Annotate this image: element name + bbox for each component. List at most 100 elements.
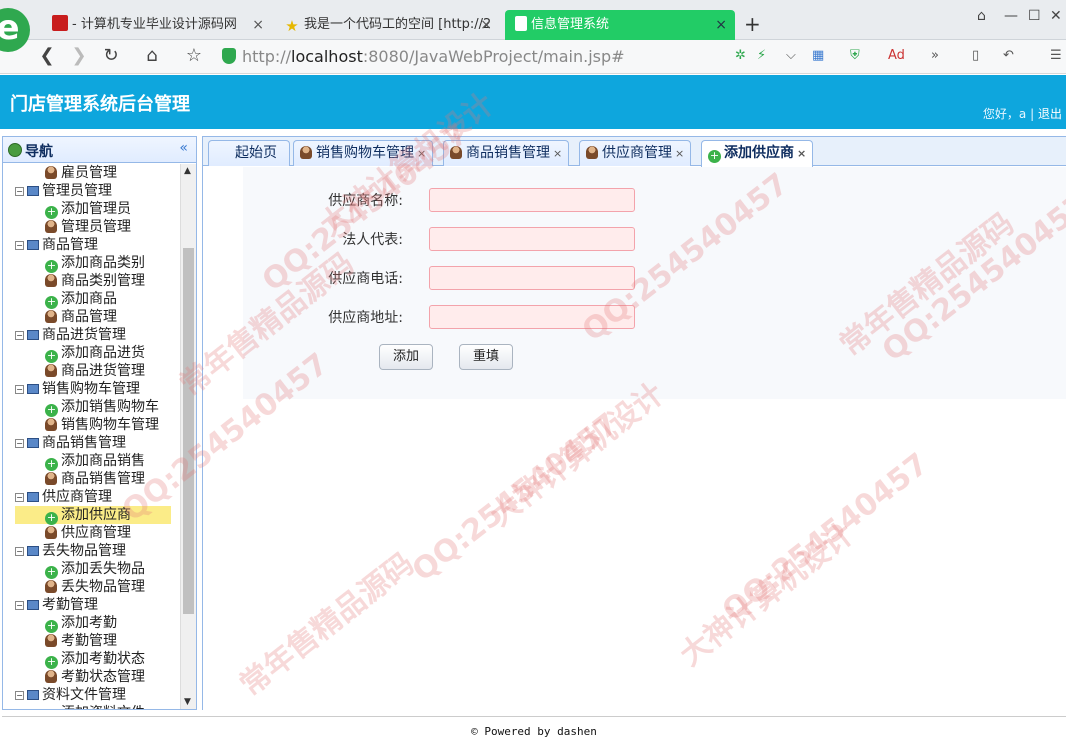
tree-group[interactable]: − 管理员管理 <box>3 182 181 200</box>
navigation-panel: 导航 « 雇员管理 − 管理员管理 + 添加管理员 管理员管理 − 商品管理 + 添加商品类别 商品… <box>2 136 197 710</box>
tree-item[interactable]: + 添加考勤状态 <box>3 650 181 669</box>
tree-item[interactable]: 商品销售管理 <box>3 470 181 488</box>
tree-item[interactable]: + 添加商品 <box>3 290 181 309</box>
close-tab-icon[interactable]: × <box>797 147 806 160</box>
close-tab-icon[interactable]: × <box>675 147 684 160</box>
user-icon <box>45 220 57 233</box>
tree-item[interactable]: + 添加商品销售 <box>3 452 181 471</box>
more-extensions-icon[interactable]: » <box>931 48 939 63</box>
tree-item[interactable]: 商品进货管理 <box>3 362 181 380</box>
collapse-toggle-icon[interactable]: − <box>15 691 24 700</box>
tree-item[interactable]: 管理员管理 <box>3 218 181 236</box>
reading-mode-icon[interactable]: ▯ <box>972 48 979 63</box>
add-button[interactable]: 添加 <box>379 344 433 370</box>
minimize-button[interactable]: — <box>1004 8 1018 24</box>
bookmark-star-icon[interactable]: ☆ <box>183 45 205 67</box>
adblock-icon[interactable]: Ad <box>888 48 905 63</box>
collapse-toggle-icon[interactable]: − <box>15 439 24 448</box>
scroll-up-arrow-icon[interactable]: ▲ <box>184 166 191 176</box>
tree-item[interactable]: 雇员管理 <box>3 164 181 182</box>
close-tab-icon[interactable]: × <box>715 10 727 40</box>
security-icon[interactable]: ⛨ <box>850 48 860 63</box>
page-tab[interactable]: 销售购物车管理 × <box>293 140 434 166</box>
tree-item[interactable]: 考勤管理 <box>3 632 181 650</box>
menu-icon[interactable]: ☰ <box>1050 48 1062 63</box>
tree-group[interactable]: − 资料文件管理 <box>3 686 181 704</box>
url-host: localhost <box>291 47 363 66</box>
tree-item[interactable]: 考勤状态管理 <box>3 668 181 686</box>
tree-item[interactable]: 供应商管理 <box>3 524 181 542</box>
tree-item-label: 添加供应商 <box>61 507 135 523</box>
sidebar-scrollbar[interactable]: ▲ ▼ <box>180 164 196 709</box>
tree-item-label: 添加商品类别 <box>61 255 145 271</box>
close-tab-icon[interactable]: × <box>553 147 562 160</box>
tree-item[interactable]: + 添加丢失物品 <box>3 560 181 579</box>
collapse-toggle-icon[interactable]: − <box>15 331 24 340</box>
reload-icon[interactable]: ↻ <box>100 45 122 67</box>
address-bar[interactable]: http://localhost:8080/JavaWebProject/mai… <box>222 44 802 70</box>
close-window-button[interactable]: ✕ <box>1050 8 1062 24</box>
url-path: :8080/JavaWebProject/main.jsp# <box>362 47 625 66</box>
supplier-address-input[interactable] <box>429 305 635 329</box>
speed-mode-icon[interactable]: ✲ <box>735 48 746 63</box>
new-tab-button[interactable]: + <box>744 12 761 36</box>
collapse-toggle-icon[interactable]: − <box>15 385 24 394</box>
close-tab-icon[interactable]: × <box>480 10 492 40</box>
browser-tab[interactable]: - 计算机专业毕业设计源码网 × <box>46 10 272 40</box>
dropdown-chevron-icon[interactable]: ⌵ <box>786 48 796 63</box>
legal-rep-input[interactable] <box>429 227 635 251</box>
logout-link[interactable]: 退出 <box>1038 107 1062 121</box>
collapse-toggle-icon[interactable]: − <box>15 601 24 610</box>
page-tab[interactable]: 供应商管理 × <box>579 140 692 166</box>
close-tab-icon[interactable]: × <box>252 10 264 40</box>
tree-group[interactable]: − 商品销售管理 <box>3 434 181 452</box>
maximize-button[interactable]: ☐ <box>1028 8 1041 24</box>
skin-icon[interactable]: ⌂ <box>977 8 986 24</box>
computer-icon <box>27 600 39 610</box>
tree-group[interactable]: − 销售购物车管理 <box>3 380 181 398</box>
tree-item[interactable]: + 添加考勤 <box>3 614 181 633</box>
page-tab[interactable]: 起始页 <box>208 140 290 166</box>
supplier-phone-input[interactable] <box>429 266 635 290</box>
tree-item[interactable]: 商品管理 <box>3 308 181 326</box>
url-scheme: http:// <box>242 47 292 66</box>
forward-icon[interactable]: ❯ <box>68 45 90 67</box>
collapse-toggle-icon[interactable]: − <box>15 187 24 196</box>
tree-group[interactable]: − 商品管理 <box>3 236 181 254</box>
browser-tab[interactable]: ★ 我是一个代码工的空间 [http://2 × <box>278 10 500 40</box>
reset-button[interactable]: 重填 <box>459 344 513 370</box>
tree-item[interactable]: 销售购物车管理 <box>3 416 181 434</box>
tree-item[interactable]: 商品类别管理 <box>3 272 181 290</box>
page-tab[interactable]: 商品销售管理 × <box>443 140 570 166</box>
tree-item[interactable]: 丢失物品管理 <box>3 578 181 596</box>
collapse-toggle-icon[interactable]: − <box>15 241 24 250</box>
tree-group[interactable]: − 商品进货管理 <box>3 326 181 344</box>
scrollbar-thumb[interactable] <box>183 248 194 614</box>
computer-icon <box>27 438 39 448</box>
tree-item[interactable]: + 添加销售购物车 <box>3 398 181 417</box>
undo-icon[interactable]: ↶ <box>1003 48 1014 63</box>
page-tab-active[interactable]: + 添加供应商 × <box>701 140 814 167</box>
tree-item-label: 商品销售管理 <box>61 471 145 487</box>
tree-group[interactable]: − 供应商管理 <box>3 488 181 506</box>
tree-item-label: 商品类别管理 <box>61 273 145 289</box>
tree-group[interactable]: − 考勤管理 <box>3 596 181 614</box>
tree-group[interactable]: − 丢失物品管理 <box>3 542 181 560</box>
lightning-icon[interactable]: ⚡ <box>757 48 766 63</box>
tree-item[interactable]: + 添加管理员 <box>3 200 181 219</box>
collapse-toggle-icon[interactable]: − <box>15 493 24 502</box>
supplier-name-input[interactable] <box>429 188 635 212</box>
scroll-down-arrow-icon[interactable]: ▼ <box>184 697 191 707</box>
tree-item[interactable]: + 添加商品进货 <box>3 344 181 363</box>
back-icon[interactable]: ❮ <box>36 45 58 67</box>
home-icon[interactable]: ⌂ <box>141 45 163 67</box>
collapse-toggle-icon[interactable]: − <box>15 547 24 556</box>
tree-item[interactable]: + 添加供应商 <box>15 506 171 525</box>
tree-item[interactable]: +添加资料文件 <box>3 704 181 709</box>
apps-grid-icon[interactable]: ▦ <box>812 48 824 63</box>
browser-tab-active[interactable]: 信息管理系统 × <box>505 10 735 40</box>
collapse-sidebar-icon[interactable]: « <box>179 140 188 156</box>
tree-item[interactable]: + 添加商品类别 <box>3 254 181 273</box>
close-tab-icon[interactable]: × <box>417 147 426 160</box>
tree-item-label: 考勤状态管理 <box>61 669 145 685</box>
